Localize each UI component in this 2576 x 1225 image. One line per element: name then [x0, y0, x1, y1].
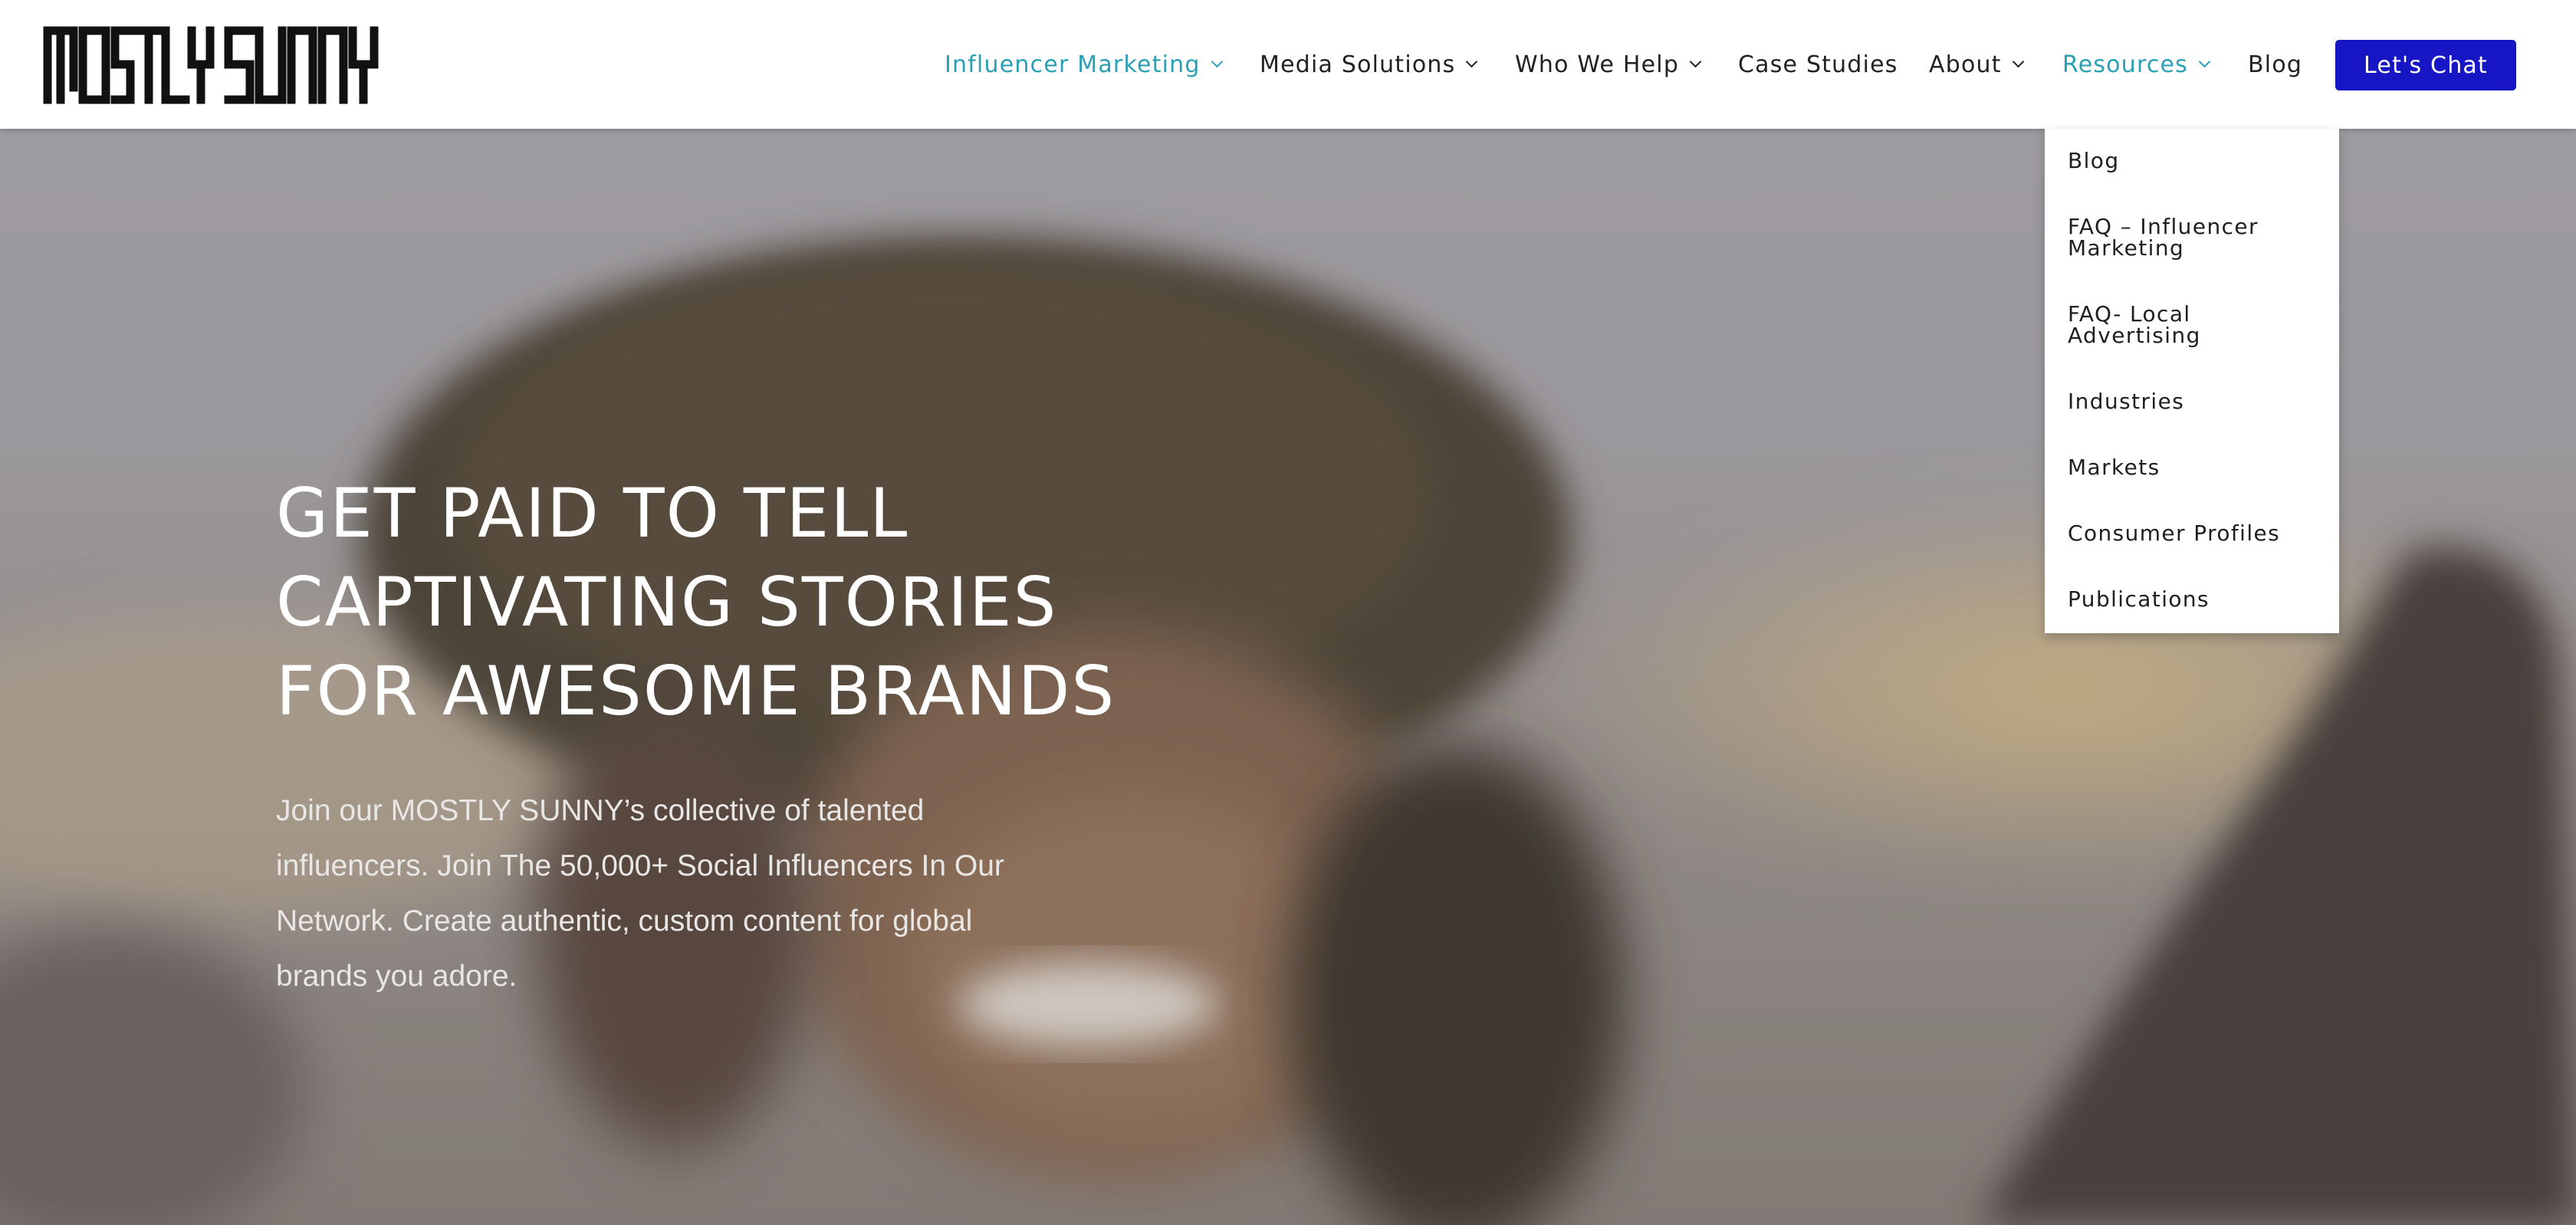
lets-chat-button[interactable]: Let's Chat [2335, 40, 2516, 90]
hero-title-line: FOR AWESOME BRANDS [276, 652, 1116, 731]
nav-blog[interactable]: Blog [2248, 46, 2302, 83]
nav-who-we-help[interactable]: Who We Help [1515, 46, 1702, 83]
nav-case-studies[interactable]: Case Studies [1738, 46, 1898, 83]
site-header: Influencer Marketing Media Solutions Who… [0, 0, 2576, 129]
nav-resources[interactable]: Resources [2062, 46, 2211, 83]
nav-label: Blog [2248, 51, 2303, 78]
nav-label: About [1929, 51, 2002, 78]
menu-item-faq-local-advertising[interactable]: FAQ- Local Advertising [2068, 304, 2328, 346]
chevron-down-icon [1689, 55, 1702, 67]
hero-title-line: GET PAID TO TELL [276, 474, 909, 553]
menu-item-markets[interactable]: Markets [2068, 457, 2328, 478]
menu-item-publications[interactable]: Publications [2068, 589, 2328, 610]
menu-item-faq-influencer-marketing[interactable]: FAQ – Influencer Marketing [2068, 216, 2328, 259]
menu-item-consumer-profiles[interactable]: Consumer Profiles [2068, 523, 2328, 544]
nav-influencer-marketing[interactable]: Influencer Marketing [945, 46, 1223, 83]
nav-about[interactable]: About [1929, 46, 2024, 83]
nav-media-solutions[interactable]: Media Solutions [1260, 46, 1478, 83]
resources-dropdown-menu: Blog FAQ – Influencer Marketing FAQ- Loc… [2045, 129, 2339, 633]
chevron-down-icon [2012, 55, 2024, 67]
logo-mark [43, 26, 380, 104]
menu-item-industries[interactable]: Industries [2068, 391, 2328, 412]
chevron-down-icon [1466, 55, 1478, 67]
menu-item-blog[interactable]: Blog [2068, 150, 2328, 172]
chevron-down-icon [1211, 55, 1223, 67]
nav-label: Media Solutions [1260, 51, 1456, 78]
nav-label: Influencer Marketing [945, 51, 1201, 78]
nav-label: Who We Help [1515, 51, 1680, 78]
hero-title: GET PAID TO TELL CAPTIVATING STORIES FOR… [276, 469, 1349, 736]
hero-subtitle: Join our MOSTLY SUNNY’s collective of ta… [276, 794, 1004, 993]
chevron-down-icon [2198, 55, 2211, 67]
logo[interactable] [43, 26, 380, 104]
nav-label: Resources [2062, 51, 2189, 78]
nav-label: Case Studies [1738, 51, 1898, 78]
hero-title-line: CAPTIVATING STORIES [276, 563, 1058, 642]
